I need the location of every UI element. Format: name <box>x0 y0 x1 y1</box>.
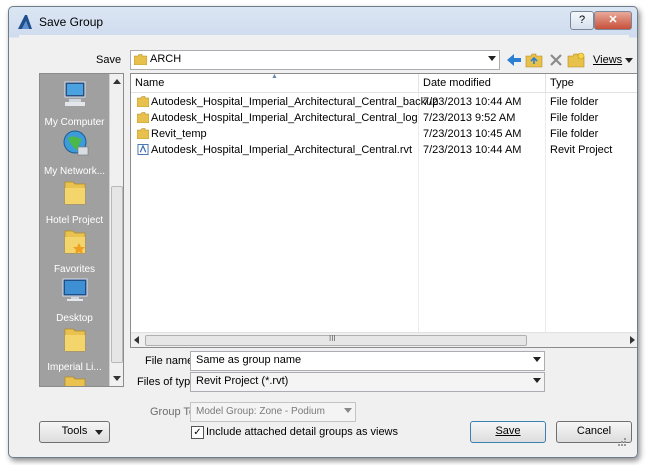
folder-icon <box>137 112 149 123</box>
up-folder-icon[interactable] <box>525 51 543 69</box>
file-date: 7/23/2013 10:44 AM <box>423 144 522 156</box>
file-date: 7/23/2013 10:44 AM <box>423 96 522 108</box>
group-to-select[interactable]: Model Group: Zone - Podium <box>190 402 356 422</box>
scroll-left-icon[interactable] <box>134 336 139 344</box>
place-my-computer[interactable]: My Computer <box>40 80 109 128</box>
table-row[interactable]: Revit_temp 7/23/2013 10:45 AM File folde… <box>131 126 637 142</box>
include-detail-label: Include attached detail groups as views <box>206 426 399 438</box>
place-favorites[interactable]: Favorites <box>40 227 109 275</box>
file-date: 7/23/2013 10:45 AM <box>423 128 522 140</box>
file-name: Autodesk_Hospital_Imperial_Architectural… <box>151 112 418 124</box>
places-bar: My Computer My Network... Hotel Project … <box>39 73 124 387</box>
tools-button[interactable]: Tools <box>39 421 110 443</box>
chevron-down-icon[interactable] <box>488 56 496 61</box>
folder-icon <box>137 128 149 139</box>
chevron-down-icon[interactable] <box>533 378 541 383</box>
dialog-title: Save Group <box>39 15 104 29</box>
file-date: 7/23/2013 9:52 AM <box>423 112 516 124</box>
group-to-label: Group To <box>150 406 196 418</box>
file-name-label: File name: <box>145 355 197 367</box>
revit-app-icon <box>18 15 32 29</box>
desktop-icon <box>62 278 87 301</box>
save-in-value: ARCH <box>150 53 182 65</box>
file-name: Autodesk_Hospital_Imperial_Architectural… <box>151 96 439 108</box>
column-header-type[interactable]: Type <box>546 74 637 93</box>
column-header-label: Type <box>550 77 574 89</box>
file-name: Revit_temp <box>151 128 207 140</box>
place-my-network[interactable]: My Network... <box>40 129 109 177</box>
delete-icon[interactable] <box>547 51 565 69</box>
tools-button-label: Tools <box>61 425 88 437</box>
scroll-up-icon[interactable] <box>113 79 121 84</box>
scroll-grip: III <box>329 334 336 343</box>
group-to-value: Model Group: Zone - Podium <box>196 406 325 417</box>
place-imperial[interactable]: Imperial Li... <box>40 325 109 373</box>
file-list: Name ▲ Date modified Type Autodesk_Hospi… <box>130 73 637 348</box>
sort-up-icon: ▲ <box>271 73 278 80</box>
column-header-label: Name <box>135 77 165 89</box>
table-row[interactable]: Autodesk_Hospital_Imperial_Architectural… <box>131 110 637 126</box>
place-label: Imperial Li... <box>47 362 102 373</box>
scroll-right-icon[interactable] <box>630 336 635 344</box>
file-type: File folder <box>550 112 599 124</box>
scroll-thumb[interactable] <box>111 186 123 363</box>
checkmark-icon: ✓ <box>193 427 202 438</box>
folder-icon <box>64 376 85 386</box>
file-type: File folder <box>550 96 599 108</box>
column-header-label: Date modified <box>423 77 491 89</box>
place-label: My Network... <box>43 166 106 177</box>
chevron-down-icon <box>95 430 103 435</box>
table-row[interactable]: Autodesk_Hospital_Imperial_Architectural… <box>131 142 637 158</box>
places-list: My Computer My Network... Hotel Project … <box>40 74 109 386</box>
title-bar[interactable]: Save Group ? ✕ <box>9 7 637 35</box>
file-type: File folder <box>550 128 599 140</box>
save-in-combo[interactable]: ARCH <box>130 50 500 70</box>
place-desktop[interactable]: Desktop <box>40 276 109 324</box>
column-header-name[interactable]: Name ▲ <box>131 73 419 93</box>
chevron-down-icon[interactable] <box>344 408 352 413</box>
place-label: My Computer <box>44 117 105 128</box>
favorites-folder-icon <box>64 230 85 254</box>
computer-icon <box>64 81 85 106</box>
file-type-select[interactable]: Revit Project (*.rvt) <box>190 372 545 392</box>
save-button[interactable]: Save <box>470 421 546 443</box>
file-type-value: Revit Project (*.rvt) <box>196 375 289 387</box>
save-group-dialog: Save Group ? ✕ Save ARCH Views My Comput… <box>8 6 638 458</box>
file-list-hscrollbar[interactable]: III <box>131 332 637 347</box>
folder-icon <box>64 328 85 352</box>
revit-file-icon <box>137 144 149 155</box>
column-header-date[interactable]: Date modified <box>419 74 546 93</box>
file-name-input[interactable]: Same as group name <box>190 351 545 371</box>
folder-icon <box>134 54 147 65</box>
save-in-label: Save <box>96 54 122 66</box>
new-folder-icon[interactable] <box>567 51 585 69</box>
chevron-down-icon[interactable] <box>533 357 541 362</box>
close-button[interactable]: ✕ <box>594 11 632 30</box>
save-button-label: Save <box>495 425 521 437</box>
views-chevron-down-icon[interactable] <box>625 58 633 63</box>
back-arrow-icon[interactable] <box>505 51 523 69</box>
table-row[interactable]: Autodesk_Hospital_Imperial_Architectural… <box>131 94 637 110</box>
place-label: Favorites <box>53 264 96 275</box>
places-scrollbar[interactable] <box>109 74 123 386</box>
place-label: Desktop <box>56 313 93 324</box>
help-button[interactable]: ? <box>570 11 594 30</box>
file-name: Autodesk_Hospital_Imperial_Architectural… <box>151 144 413 156</box>
place-hotel-project[interactable]: Hotel Project <box>40 178 109 226</box>
include-detail-checkbox[interactable]: ✓ <box>191 426 204 439</box>
dialog-body: Save ARCH Views My Computer My Network..… <box>19 35 637 449</box>
network-icon <box>63 130 88 156</box>
scroll-thumb[interactable]: III <box>145 334 527 346</box>
place-partial[interactable] <box>40 373 109 386</box>
folder-icon <box>137 96 149 107</box>
views-menu[interactable]: Views <box>593 54 622 66</box>
file-name-value: Same as group name <box>196 354 302 366</box>
scroll-down-icon[interactable] <box>113 376 121 381</box>
place-label: Hotel Project <box>45 215 104 226</box>
file-type: Revit Project <box>550 144 613 156</box>
cancel-button-label: Cancel <box>576 425 612 437</box>
folder-icon <box>64 181 85 205</box>
resize-grip-icon[interactable] <box>617 437 627 447</box>
